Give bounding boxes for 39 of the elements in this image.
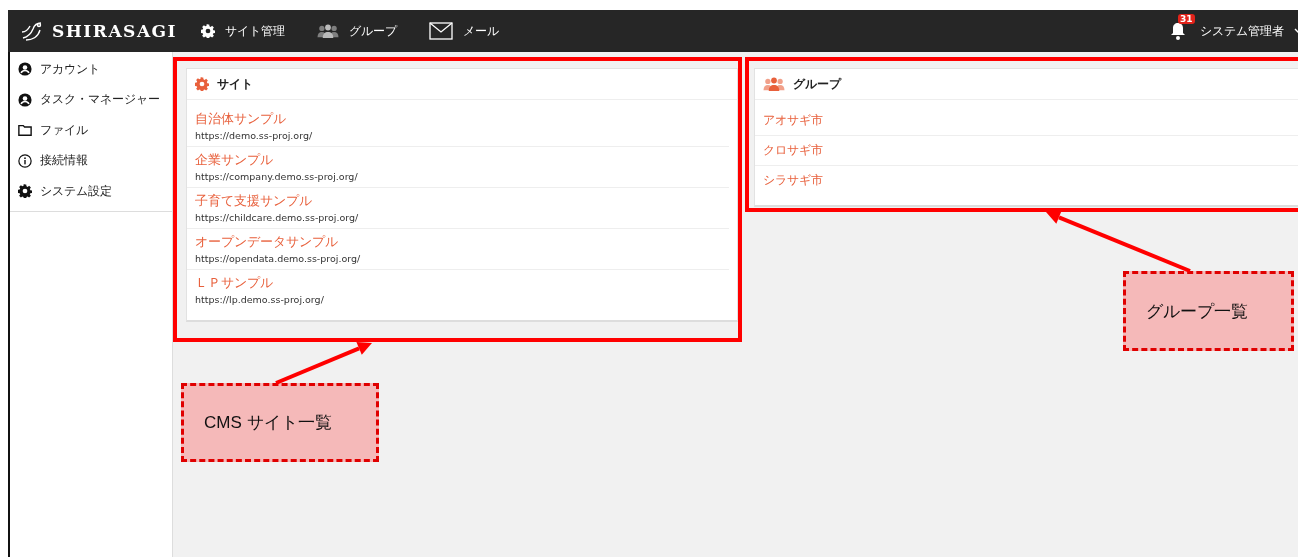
group-link[interactable]: クロサギ市 (763, 143, 823, 157)
mail-icon (429, 22, 454, 40)
info-icon (18, 153, 32, 168)
people-icon (317, 24, 340, 38)
site-url: https://demo.ss-proj.org/ (195, 130, 314, 141)
user-icon (18, 92, 32, 107)
gear-icon (18, 184, 32, 199)
site-url: https://lp.demo.ss-proj.org/ (195, 294, 325, 305)
sidebar-item[interactable]: タスク・マネージャー (10, 84, 172, 115)
nav-link[interactable]: サイト管理 (201, 22, 286, 40)
site-link[interactable]: オープンデータサンプル (195, 234, 721, 251)
site-url: https://childcare.demo.ss-proj.org/ (195, 212, 360, 223)
nav-link[interactable]: グループ (317, 22, 398, 40)
user-icon (18, 62, 32, 77)
sidebar-item[interactable]: アカウント (10, 54, 172, 85)
site-link[interactable]: 子育て支援サンプル (195, 193, 721, 210)
people-icon (763, 77, 785, 91)
site-url: https://company.demo.ss-proj.org/ (195, 171, 359, 182)
folder-icon (18, 123, 32, 138)
group-link[interactable]: アオサギ市 (763, 113, 823, 127)
callout-label: グループ一覧 (1123, 271, 1294, 351)
site-link[interactable]: 企業サンプル (195, 152, 721, 169)
group-link[interactable]: シラサギ市 (763, 173, 823, 187)
callout-label: CMS サイト一覧 (181, 383, 379, 462)
nav-link[interactable]: メール (429, 22, 500, 40)
gear-icon (201, 24, 216, 38)
sidebar-item[interactable]: ファイル (10, 115, 172, 146)
site-url: https://opendata.demo.ss-proj.org/ (195, 253, 362, 264)
card-title: グループ (793, 75, 841, 93)
sidebar-item[interactable]: 接続情報 (10, 145, 172, 176)
bell-icon[interactable] (1170, 22, 1186, 40)
notification-badge: 31 (1178, 14, 1195, 24)
gear-icon (195, 77, 209, 91)
site-link[interactable]: ＬＰサンプル (195, 275, 721, 292)
logo-text[interactable]: SHIRASAGI (52, 21, 178, 41)
sidebar-item[interactable]: システム設定 (10, 176, 172, 207)
user-menu[interactable]: システム管理者 (1200, 22, 1298, 40)
site-link[interactable]: 自治体サンプル (195, 111, 721, 128)
card-title: サイト (217, 75, 253, 93)
